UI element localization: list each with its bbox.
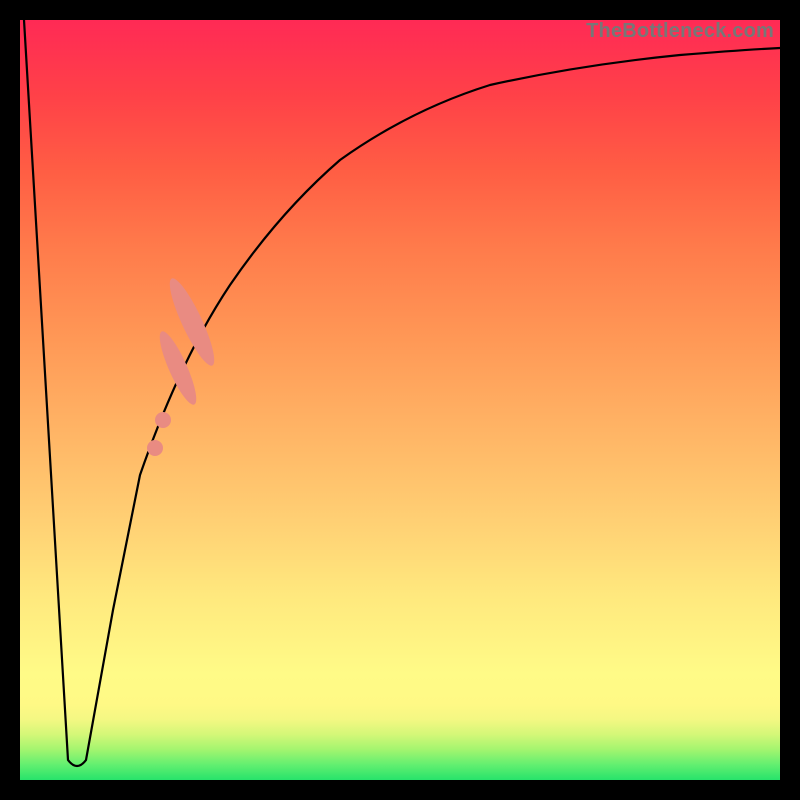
plot-area: TheBottleneck.com [20, 20, 780, 780]
marker-dot-1 [155, 412, 171, 428]
marker-dot-2 [147, 440, 163, 456]
bottleneck-curve [24, 20, 780, 766]
chart-svg [20, 20, 780, 780]
chart-frame: TheBottleneck.com [0, 0, 800, 800]
